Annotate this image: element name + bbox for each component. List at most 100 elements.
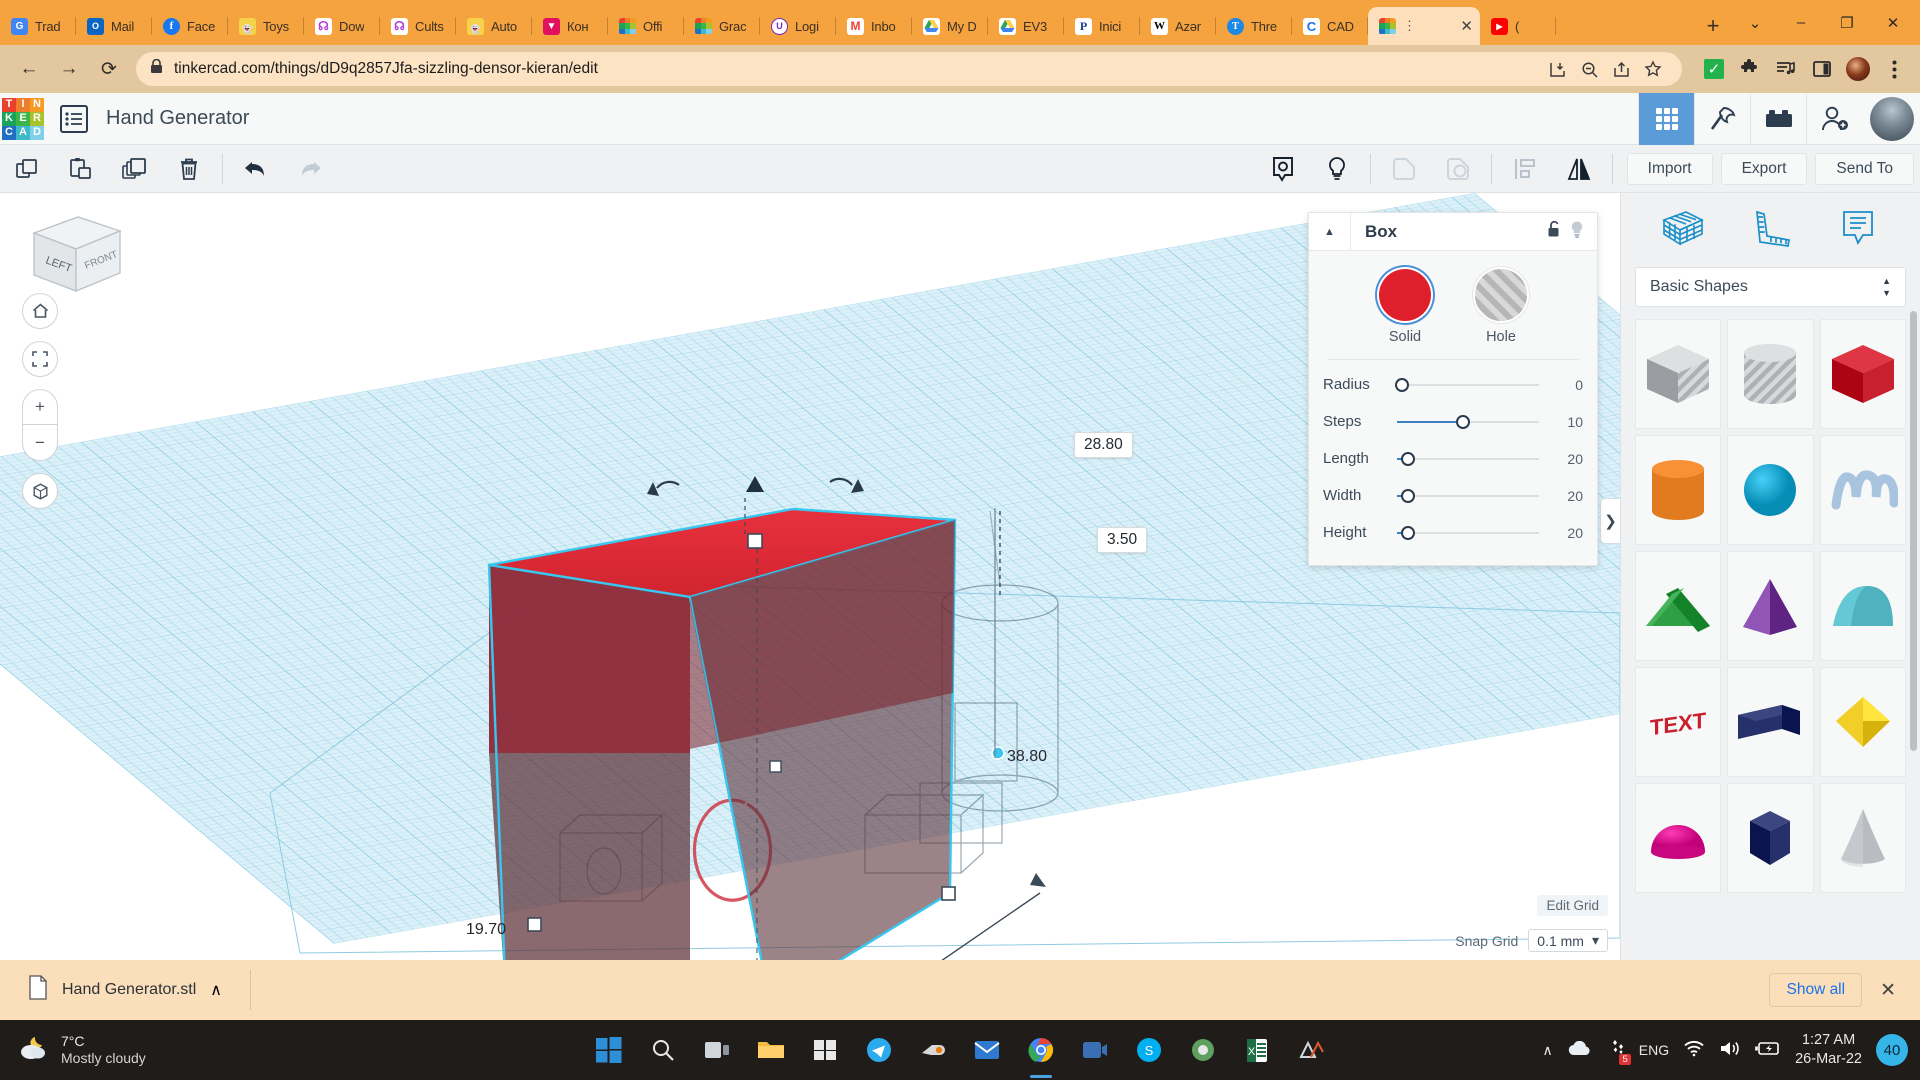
home-view-icon[interactable] [22,293,58,329]
back-button[interactable]: ← [10,50,48,88]
bookmark-star-icon[interactable] [1638,54,1668,84]
freecad-icon[interactable] [1291,1030,1331,1070]
minimize-button[interactable]: – [1778,4,1824,42]
pyramid-shape[interactable] [1727,551,1814,661]
workplane-grid-icon[interactable] [1656,201,1710,255]
shape-category-select[interactable]: Basic Shapes ▲ ▼ [1635,267,1906,307]
browser-tab[interactable]: U Logi [760,7,836,45]
browser-tab[interactable]: My D [912,7,988,45]
cylinder-shape[interactable] [1635,435,1722,545]
property-slider[interactable] [1397,486,1549,506]
browser-tab[interactable]: Grac [684,7,760,45]
cylinder-hole-shape[interactable] [1727,319,1814,429]
browser-tab[interactable]: T Thre [1216,7,1292,45]
hole-swatch[interactable] [1475,269,1527,321]
roof-shape[interactable] [1635,551,1722,661]
tab-menu-dots-icon[interactable]: ⋮ [1403,18,1416,34]
polygon-shape[interactable] [1727,783,1814,893]
chrome-icon[interactable] [1021,1030,1061,1070]
weather-widget[interactable]: 7°C Mostly cloudy [0,1033,146,1068]
chevron-up-icon[interactable]: ▲ [1309,212,1351,251]
collapse-panel-handle[interactable]: ❯ [1600,498,1620,544]
zoom-in-icon[interactable]: + [22,389,58,425]
property-slider[interactable] [1397,449,1549,469]
ruler-icon[interactable] [1743,201,1797,255]
undo-icon[interactable] [229,146,283,192]
wifi-icon[interactable] [1683,1040,1705,1060]
excel-icon[interactable]: X [1237,1030,1277,1070]
property-value[interactable]: 20 [1549,525,1583,541]
video-editor-icon[interactable] [1075,1030,1115,1070]
dimension-label[interactable]: 38.80 [1007,748,1047,766]
skype-icon[interactable]: S [1129,1030,1169,1070]
user-avatar[interactable] [1870,96,1914,141]
menu-kebab-icon[interactable] [1878,53,1910,85]
language-indicator[interactable]: ENG [1639,1042,1669,1058]
browser-tab[interactable]: C CAD [1292,7,1368,45]
share-icon[interactable] [1606,54,1636,84]
sphere-shape[interactable] [1727,435,1814,545]
browser-tab[interactable]: EV3 [988,7,1064,45]
view-cube[interactable]: LEFT FRONT [20,207,128,304]
scribble-shape[interactable] [1819,435,1906,545]
browser-tab[interactable]: ▶( [1480,7,1556,45]
browser-tab[interactable]: 👻 Toys [228,7,304,45]
property-slider[interactable] [1395,375,1549,395]
minecraft-pickaxe-icon[interactable] [1694,92,1750,145]
delete-icon[interactable] [162,146,216,192]
browser-tab[interactable]: ☊ Dow [304,7,380,45]
solid-option[interactable]: Solid [1379,269,1431,345]
ortho-perspective-icon[interactable] [22,473,58,509]
duplicate-icon[interactable] [108,146,162,192]
download-item[interactable]: Hand Generator.stl ∧ [14,975,236,1005]
maximize-button[interactable]: ❐ [1824,4,1870,42]
half-sphere-shape[interactable] [1635,783,1722,893]
reload-button[interactable]: ⟳ [90,50,128,88]
clock[interactable]: 1:27 AM 26-Mar-22 [1795,1031,1862,1069]
unlock-icon[interactable] [1546,220,1563,244]
browser-tab[interactable]: 👻 Auto [456,7,532,45]
lens-icon[interactable] [1183,1030,1223,1070]
paste-icon[interactable] [54,146,108,192]
browser-tab[interactable]: f Face [152,7,228,45]
notification-badge[interactable]: 40 [1876,1034,1908,1066]
zoom-out-icon[interactable]: − [22,425,58,461]
browser-tab[interactable]: W Azər [1140,7,1216,45]
browser-tab[interactable]: G Trad [0,7,76,45]
export-button[interactable]: Export [1720,152,1808,185]
notification-icon[interactable]: 5 [1605,1039,1631,1065]
file-explorer-icon[interactable] [751,1030,791,1070]
shapes-scrollbar[interactable] [1910,311,1917,751]
snap-grid-select[interactable]: 0.1 mm ▾ [1528,929,1608,952]
property-value[interactable]: 0 [1549,377,1583,393]
extensions-puzzle-icon[interactable] [1734,53,1766,85]
blocks-brick-icon[interactable] [1750,92,1806,145]
browser-tab[interactable]: P Inici [1064,7,1140,45]
box-shape[interactable] [1819,319,1906,429]
browser-tab[interactable]: ☊ Cults [380,7,456,45]
browser-tab[interactable]: ⋮ ✕ [1368,7,1480,45]
box-hole-shape[interactable] [1635,319,1722,429]
new-tab-button[interactable]: + [1694,7,1732,45]
install-icon[interactable] [1542,54,1572,84]
light-bulb-icon[interactable] [1569,220,1585,244]
light-bulb-icon[interactable] [1310,146,1364,192]
tab-search-button[interactable]: ⌄ [1732,4,1778,42]
property-value[interactable]: 20 [1549,451,1583,467]
media-list-icon[interactable] [1770,53,1802,85]
telegram-icon[interactable] [859,1030,899,1070]
send-to-button[interactable]: Send To [1815,152,1914,185]
wedge-shape[interactable] [1727,667,1814,777]
address-bar[interactable]: tinkercad.com/things/dD9q2857Jfa-sizzlin… [136,52,1682,86]
cone-shape[interactable] [1819,783,1906,893]
dimension-label[interactable]: 28.80 [1074,432,1133,458]
align-icon[interactable] [1498,146,1552,192]
dimension-label[interactable]: 19.70 [466,921,506,939]
show-all-downloads-button[interactable]: Show all [1769,973,1863,1007]
note-icon[interactable] [1831,201,1885,255]
close-window-button[interactable]: ✕ [1870,4,1916,42]
battery-charging-icon[interactable] [1755,1041,1781,1059]
mail-icon[interactable] [967,1030,1007,1070]
edit-grid-button[interactable]: Edit Grid [1537,895,1608,916]
tray-overflow-icon[interactable]: ∧ [1543,1042,1553,1059]
